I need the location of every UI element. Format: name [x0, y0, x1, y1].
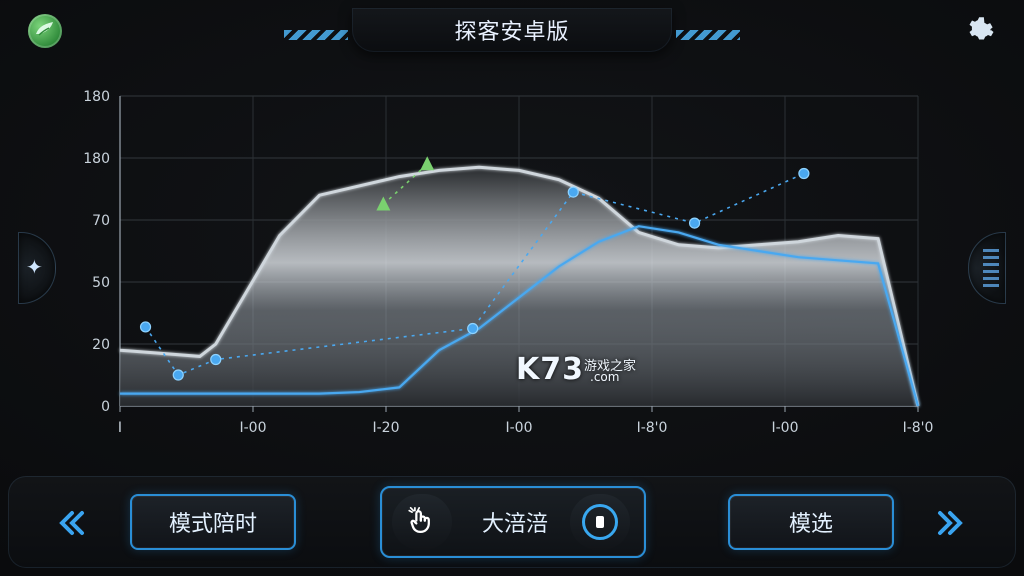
app-title: 探客安卓版 [454, 20, 570, 45]
watermark-domain: .com [590, 370, 620, 384]
title-bar: 探客安卓版 [352, 8, 672, 52]
hand-click-button[interactable] [392, 494, 452, 550]
watermark-brand: K73 [516, 352, 584, 387]
y-tick-label: 50 [92, 275, 110, 291]
hand-click-icon [408, 506, 430, 534]
record-button[interactable] [570, 494, 630, 550]
line-area-chart: 180 180 70 50 20 0I I-00 I-20 I-00 I-8'0 I-00 I-8'0 [83, 89, 934, 436]
x-tick-label: I [118, 420, 122, 436]
right-side-handle[interactable] [968, 232, 1006, 304]
x-tick-label: I-00 [240, 420, 267, 436]
decor-stripes-right [676, 30, 740, 40]
data-point-blue [172, 369, 184, 381]
sparkle-icon: ✦ [26, 255, 43, 279]
left-side-handle[interactable]: ✦ [18, 232, 56, 304]
data-point-blue [467, 322, 479, 335]
data-point-blue [567, 186, 579, 198]
data-point-blue [798, 167, 810, 180]
y-tick-label: 180 [83, 89, 110, 105]
data-point-blue [210, 353, 222, 366]
y-tick-label: 0 [101, 399, 110, 415]
mode-button[interactable]: 模式陪时 [130, 494, 296, 550]
settings-button[interactable] [962, 14, 996, 48]
leaf-logo-icon [28, 14, 62, 48]
x-tick-label: I-8'0 [903, 420, 934, 436]
gear-icon [969, 17, 994, 40]
y-tick-label: 180 [83, 151, 110, 167]
chart-area: 180 180 70 50 20 0 I I-00 I-20 I-00 I-8'0 I-00 I-8'0… [70, 80, 960, 440]
prev-page-button[interactable] [52, 503, 92, 543]
chevron-right-icon [938, 511, 963, 535]
record-icon [582, 504, 618, 540]
app: 探客安卓版 ✦ 180 180 70 50 20 0 I I-00 I-20 I… [0, 0, 1024, 576]
x-tick-label: I-20 [373, 420, 400, 436]
data-point-blue [688, 217, 701, 229]
x-tick-label: I-8'0 [637, 420, 668, 436]
select-button[interactable]: 模选 [728, 494, 894, 550]
x-tick-label: I-00 [506, 420, 533, 436]
top-bar: 探客安卓版 [0, 0, 1024, 64]
data-point-blue [139, 321, 152, 333]
chevron-left-icon [59, 511, 84, 535]
watermark: K73 游戏之家 .com [516, 352, 636, 387]
y-tick-label: 20 [92, 337, 110, 353]
center-label: 大涪涪 [481, 512, 548, 537]
y-tick-label: 70 [92, 213, 110, 229]
decor-stripes-left [284, 30, 348, 40]
bars-icon [983, 249, 999, 287]
next-page-button[interactable] [930, 503, 970, 543]
x-tick-label: I-00 [772, 420, 799, 436]
